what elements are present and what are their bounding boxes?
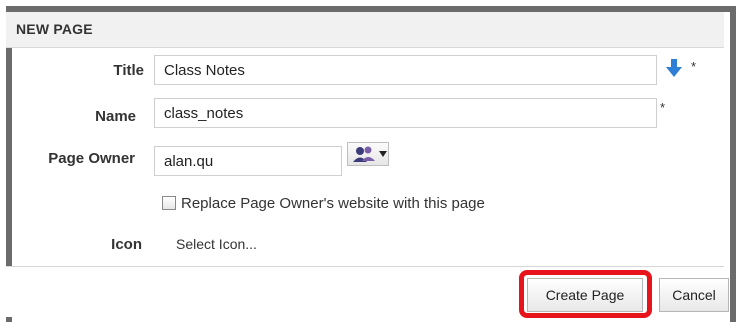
dialog-title: NEW PAGE: [16, 21, 93, 37]
owner-input[interactable]: alan.qu: [154, 146, 342, 176]
user-picker-button[interactable]: [347, 142, 389, 166]
people-icon: [353, 146, 375, 162]
title-label: Title: [113, 62, 144, 79]
title-input[interactable]: Class Notes: [154, 55, 657, 85]
replace-website-checkbox[interactable]: [162, 196, 176, 210]
select-icon-link[interactable]: Select Icon...: [176, 236, 257, 252]
dialog-titlebar: NEW PAGE: [6, 12, 724, 48]
owner-label: Page Owner: [48, 150, 135, 167]
name-required-mark: *: [660, 100, 666, 115]
chevron-down-icon: [379, 151, 387, 157]
icon-label: Icon: [111, 236, 142, 253]
name-input[interactable]: class_notes: [154, 98, 657, 128]
name-label: Name: [95, 108, 136, 125]
title-required-mark: *: [691, 59, 697, 74]
arrow-down-icon[interactable]: [666, 58, 682, 78]
cancel-button[interactable]: Cancel: [659, 278, 729, 312]
replace-website-label: Replace Page Owner's website with this p…: [181, 195, 485, 212]
create-page-highlight: [519, 270, 652, 318]
